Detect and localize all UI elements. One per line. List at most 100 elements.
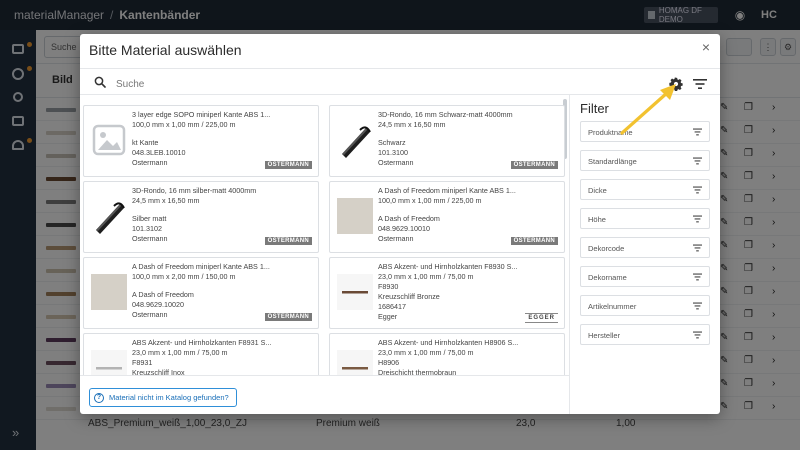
material-details: ABS Akzent- und Hirnholzkanten F8931 S..… xyxy=(132,338,316,375)
material-title: ABS Akzent- und Hirnholzkanten F8931 S..… xyxy=(132,338,272,347)
filter-field-label: Höhe xyxy=(588,215,606,224)
filter-icon xyxy=(693,215,702,223)
material-dimensions: 100,0 mm x 2,00 mm / 150,00 m xyxy=(132,272,236,281)
search-icon xyxy=(94,76,106,88)
material-thumbnail xyxy=(336,272,374,312)
filter-field[interactable]: Dekorcode xyxy=(580,237,710,258)
material-card[interactable]: ABS Akzent- und Hirnholzkanten F8931 S..… xyxy=(83,333,319,375)
material-details: 3 layer edge SOPO miniperl Kante ABS 1..… xyxy=(132,110,316,168)
material-select-dialog: Bitte Material auswählen × 3 layer edge … xyxy=(80,34,720,414)
filter-field-label: Artikelnummer xyxy=(588,302,637,311)
material-card[interactable]: 3 layer edge SOPO miniperl Kante ABS 1..… xyxy=(83,105,319,177)
material-article-number: 048.3LEB.10010 xyxy=(132,148,186,157)
material-decor-code: F8931 xyxy=(132,358,153,367)
manufacturer-logo: OSTERMANN xyxy=(510,161,558,169)
material-card[interactable]: 3D-Rondo, 16 mm Schwarz-matt 4000mm 24,5 … xyxy=(329,105,565,177)
material-dimensions: 23,0 mm x 1,00 mm / 75,00 m xyxy=(378,348,474,357)
material-thumbnail xyxy=(336,348,374,375)
material-details: A Dash of Freedom miniperl Kante ABS 1..… xyxy=(132,262,316,320)
material-details: 3D-Rondo, 16 mm silber-matt 4000mm 24,5 m… xyxy=(132,186,316,244)
filter-icon xyxy=(693,302,702,310)
material-card[interactable]: A Dash of Freedom miniperl Kante ABS 1..… xyxy=(329,181,565,253)
material-card[interactable]: A Dash of Freedom miniperl Kante ABS 1..… xyxy=(83,257,319,329)
material-details: 3D-Rondo, 16 mm Schwarz-matt 4000mm 24,5 … xyxy=(378,110,562,168)
material-card[interactable]: 3D-Rondo, 16 mm silber-matt 4000mm 24,5 m… xyxy=(83,181,319,253)
manufacturer-logo: OSTERMANN xyxy=(510,237,558,245)
material-search-input[interactable] xyxy=(116,74,656,94)
material-decor-name: A Dash of Freedom xyxy=(132,290,194,299)
filter-field-label: Hersteller xyxy=(588,331,621,340)
manufacturer-logo: OSTERMANN xyxy=(264,313,312,321)
filter-field-label: Produktname xyxy=(588,128,633,137)
not-found-label: Material nicht im Katalog gefunden? xyxy=(109,393,229,402)
material-dimensions: 100,0 mm x 1,00 mm / 225,00 m xyxy=(132,120,236,129)
filter-field[interactable]: Produktname xyxy=(580,121,710,142)
filter-icon xyxy=(693,331,702,339)
filter-field-label: Dekorname xyxy=(588,273,627,282)
filter-icon xyxy=(693,186,702,194)
manufacturer-logo: EGGER xyxy=(525,313,558,323)
material-title: 3D-Rondo, 16 mm silber-matt 4000mm xyxy=(132,186,257,195)
material-details: A Dash of Freedom miniperl Kante ABS 1..… xyxy=(378,186,562,244)
material-details: ABS Akzent- und Hirnholzkanten H8906 S..… xyxy=(378,338,562,375)
material-card[interactable]: ABS Akzent- und Hirnholzkanten F8930 S..… xyxy=(329,257,565,329)
manufacturer-logo: OSTERMANN xyxy=(264,237,312,245)
filter-panel: Filter Produktname Standardlänge Dicke Höhe… xyxy=(569,95,720,414)
manufacturer-logo: OSTERMANN xyxy=(264,161,312,169)
filter-field[interactable]: Dicke xyxy=(580,179,710,200)
material-article-number: 048.9629.10020 xyxy=(132,300,184,309)
filter-field[interactable]: Dekorname xyxy=(580,266,710,287)
material-not-found-button[interactable]: ? Material nicht im Katalog gefunden? xyxy=(89,388,237,407)
material-decor-name: kt Kante xyxy=(132,138,159,147)
material-title: ABS Akzent- und Hirnholzkanten F8930 S..… xyxy=(378,262,518,271)
material-decor-code: F8930 xyxy=(378,282,399,291)
material-article-number: 101.3102 xyxy=(132,224,162,233)
material-article-number: 101.3100 xyxy=(378,148,408,157)
filter-field[interactable]: Höhe xyxy=(580,208,710,229)
close-icon[interactable]: × xyxy=(702,39,710,55)
filter-field-label: Dicke xyxy=(588,186,607,195)
filter-field-label: Dekorcode xyxy=(588,244,625,253)
material-title: 3D-Rondo, 16 mm Schwarz-matt 4000mm xyxy=(378,110,513,119)
filter-field-label: Standardlänge xyxy=(588,157,637,166)
help-icon: ? xyxy=(94,392,104,403)
gear-icon[interactable] xyxy=(669,77,683,91)
material-dimensions: 24,5 mm x 16,50 mm xyxy=(378,120,446,129)
material-decor-name: A Dash of Freedom xyxy=(378,214,440,223)
filter-icon xyxy=(693,273,702,281)
material-title: A Dash of Freedom miniperl Kante ABS 1..… xyxy=(378,186,516,195)
dialog-title: Bitte Material auswählen xyxy=(89,42,242,58)
material-article-number: 1686417 xyxy=(378,302,406,311)
material-thumbnail xyxy=(90,120,128,160)
material-dimensions: 24,5 mm x 16,50 mm xyxy=(132,196,200,205)
filter-field[interactable]: Artikelnummer xyxy=(580,295,710,316)
divider xyxy=(80,375,569,376)
filter-icon xyxy=(693,157,702,165)
filter-field[interactable]: Standardlänge xyxy=(580,150,710,171)
filter-title: Filter xyxy=(580,101,609,116)
material-dimensions: 23,0 mm x 1,00 mm / 75,00 m xyxy=(132,348,228,357)
material-decor-name: Kreuzschliff Inox xyxy=(132,368,185,375)
material-thumbnail xyxy=(336,196,374,236)
material-thumbnail xyxy=(336,120,374,160)
material-title: ABS Akzent- und Hirnholzkanten H8906 S..… xyxy=(378,338,519,347)
material-article-number: 048.9629.10010 xyxy=(378,224,430,233)
material-decor-name: Schwarz xyxy=(378,138,406,147)
material-card[interactable]: ABS Akzent- und Hirnholzkanten H8906 S..… xyxy=(329,333,565,375)
material-card-list: 3 layer edge SOPO miniperl Kante ABS 1..… xyxy=(80,95,569,375)
material-decor-code: H8906 xyxy=(378,358,400,367)
material-dimensions: 100,0 mm x 1,00 mm / 225,00 m xyxy=(378,196,482,205)
filter-field[interactable]: Hersteller xyxy=(580,324,710,345)
material-thumbnail xyxy=(90,348,128,375)
filter-icon[interactable] xyxy=(693,78,707,90)
material-dimensions: 23,0 mm x 1,00 mm / 75,00 m xyxy=(378,272,474,281)
material-decor-name: Silber matt xyxy=(132,214,167,223)
material-thumbnail xyxy=(90,272,128,312)
filter-icon xyxy=(693,244,702,252)
material-title: 3 layer edge SOPO miniperl Kante ABS 1..… xyxy=(132,110,271,119)
